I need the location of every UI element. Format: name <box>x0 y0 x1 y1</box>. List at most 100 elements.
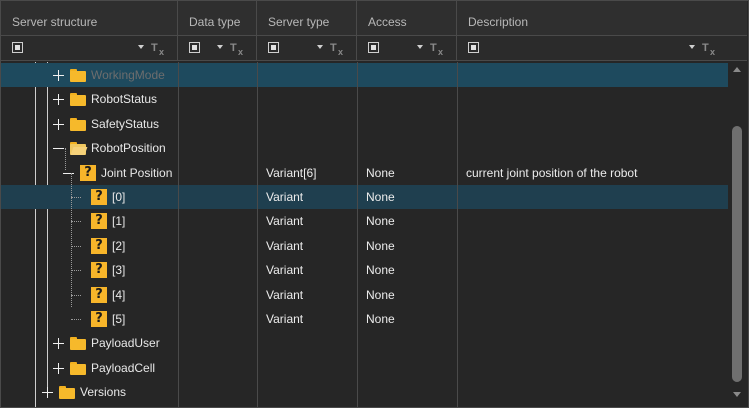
tree-node-label: Versions <box>80 385 127 399</box>
expand-icon[interactable] <box>53 119 64 130</box>
tree-node-label: [4] <box>112 288 126 302</box>
question-icon: ? <box>80 165 96 181</box>
folder-icon <box>70 93 86 106</box>
header-data-type[interactable]: Data type <box>178 1 257 36</box>
table-row[interactable]: ? [5] Variant None <box>1 307 728 331</box>
header-server-structure[interactable]: Server structure <box>1 1 178 36</box>
tree-connector <box>71 319 81 320</box>
header-access[interactable]: Access <box>357 1 457 36</box>
vertical-scrollbar[interactable] <box>728 62 747 407</box>
filter-clear-icon[interactable]: Tx <box>230 41 246 57</box>
filter-data-type: Tx <box>178 36 257 61</box>
chevron-down-icon[interactable] <box>689 45 695 49</box>
expand-icon[interactable] <box>42 387 53 398</box>
table-row[interactable]: ? Joint Position Variant[6] None current joi… <box>1 161 728 185</box>
server-type-cell: Variant <box>266 312 304 326</box>
table-row[interactable]: SafetyStatus <box>1 112 728 136</box>
header-description[interactable]: Description <box>457 1 747 36</box>
tree-connector <box>71 197 81 198</box>
tree-node-label: [3] <box>112 263 126 277</box>
column-divider <box>178 62 179 407</box>
server-type-cell: Variant <box>266 239 304 253</box>
table-row[interactable]: ? [0] Variant None <box>1 185 728 209</box>
filter-checkbox[interactable] <box>12 42 23 53</box>
folder-icon <box>70 362 86 375</box>
table-row[interactable]: ? [3] Variant None <box>1 258 728 282</box>
header-server-type[interactable]: Server type <box>257 1 357 36</box>
tree-node-label: [2] <box>112 239 126 253</box>
table-row[interactable]: ? [2] Variant None <box>1 234 728 258</box>
tree-node-label: RobotPosition <box>91 141 166 155</box>
tree-connector <box>71 246 81 247</box>
filter-checkbox[interactable] <box>268 42 279 53</box>
folder-icon <box>59 386 75 399</box>
tree-node-label: RobotStatus <box>91 92 158 106</box>
expand-icon[interactable] <box>53 363 64 374</box>
tree-connector <box>71 173 72 307</box>
table-row[interactable]: PayloadUser <box>1 331 728 355</box>
table-row[interactable]: Versions <box>1 380 728 404</box>
expand-icon[interactable] <box>53 94 64 105</box>
table-row[interactable]: ? [4] Variant None <box>1 283 728 307</box>
access-cell: None <box>366 214 395 228</box>
filter-checkbox[interactable] <box>368 42 379 53</box>
scrollbar-thumb[interactable] <box>732 126 742 382</box>
question-icon: ? <box>91 262 107 278</box>
filter-checkbox[interactable] <box>189 42 200 53</box>
tree-node-label: PayloadUser <box>91 336 160 350</box>
filter-description: Tx <box>457 36 747 61</box>
folder-icon <box>70 118 86 131</box>
question-icon: ? <box>91 311 107 327</box>
column-divider <box>457 62 458 407</box>
question-icon: ? <box>91 238 107 254</box>
tree-connector <box>71 295 81 296</box>
expand-icon[interactable] <box>53 338 64 349</box>
scroll-down-icon[interactable] <box>733 392 741 397</box>
column-divider <box>357 62 358 407</box>
access-cell: None <box>366 166 395 180</box>
access-cell: None <box>366 190 395 204</box>
tree-connector <box>65 148 66 170</box>
chevron-down-icon[interactable] <box>317 45 323 49</box>
table-row[interactable]: ? [1] Variant None <box>1 209 728 233</box>
filter-row: Tx Tx Tx Tx Tx <box>1 36 747 61</box>
server-type-cell: Variant <box>266 263 304 277</box>
tree-node-label: WorkingMode <box>91 68 165 82</box>
server-type-cell: Variant <box>266 190 304 204</box>
filter-clear-icon[interactable]: Tx <box>430 41 446 57</box>
table-row[interactable]: RobotPosition <box>1 136 728 160</box>
table-row[interactable]: RobotStatus <box>1 87 728 111</box>
chevron-down-icon[interactable] <box>417 45 423 49</box>
filter-server-structure: Tx <box>1 36 178 61</box>
access-cell: None <box>366 312 395 326</box>
chevron-down-icon[interactable] <box>217 45 223 49</box>
filter-clear-icon[interactable]: Tx <box>702 41 718 57</box>
question-icon: ? <box>91 213 107 229</box>
server-type-cell: Variant <box>266 214 304 228</box>
tree-node-label: SafetyStatus <box>91 117 160 131</box>
folder-open-icon <box>70 142 88 155</box>
column-divider <box>257 62 258 407</box>
scroll-up-icon[interactable] <box>733 67 741 72</box>
filter-access: Tx <box>357 36 457 61</box>
chevron-down-icon[interactable] <box>138 45 144 49</box>
access-cell: None <box>366 239 395 253</box>
filter-server-type: Tx <box>257 36 357 61</box>
expand-icon[interactable] <box>53 70 64 81</box>
question-icon: ? <box>91 287 107 303</box>
tree-node-label: [1] <box>112 214 126 228</box>
description-cell: current joint position of the robot <box>466 166 638 180</box>
filter-checkbox[interactable] <box>468 42 479 53</box>
tree-connector <box>71 270 81 271</box>
table-row[interactable]: WorkingMode <box>1 63 728 87</box>
access-cell: None <box>366 263 395 277</box>
filter-clear-icon[interactable]: Tx <box>151 41 167 57</box>
question-icon: ? <box>91 189 107 205</box>
column-header-row: Server structure Data type Server type A… <box>1 1 747 36</box>
access-cell: None <box>366 288 395 302</box>
table-row[interactable]: PayloadCell <box>1 356 728 380</box>
tree-node-label: [0] <box>112 190 126 204</box>
filter-clear-icon[interactable]: Tx <box>330 41 346 57</box>
collapse-icon[interactable] <box>53 143 64 154</box>
server-type-cell: Variant <box>266 288 304 302</box>
